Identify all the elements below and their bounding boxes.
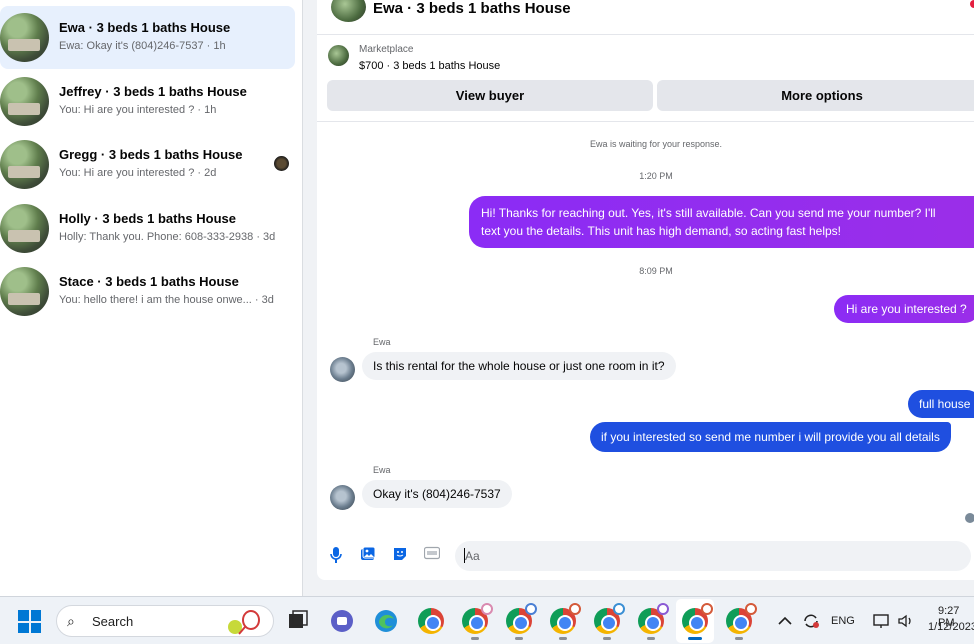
outgoing-message: if you interested so send me number i wi…: [590, 422, 951, 452]
chrome-profile-icon[interactable]: [638, 603, 669, 634]
incoming-message: Is this rental for the whole house or ju…: [362, 352, 676, 380]
read-receipt-avatar: [965, 513, 974, 523]
conversation-item-stace[interactable]: Stace · 3 beds 1 baths House You: hello …: [0, 260, 295, 323]
search-icon: ⌕: [67, 613, 75, 629]
edge-icon[interactable]: [373, 608, 399, 634]
microphone-icon[interactable]: [327, 546, 345, 564]
listing-thumbnail: [0, 77, 49, 126]
listing-thumbnail: [328, 45, 349, 66]
chrome-icon[interactable]: [418, 608, 444, 634]
network-icon[interactable]: [872, 611, 892, 631]
running-indicator: [559, 637, 567, 640]
sender-avatar[interactable]: [330, 357, 355, 382]
running-indicator: [647, 637, 655, 640]
outgoing-message: full house: [908, 390, 974, 418]
message-line: Hi! Thanks for reaching out. Yes, it's s…: [481, 206, 936, 220]
running-indicator: [515, 637, 523, 640]
incoming-message: Okay it's (804)246-7537: [362, 480, 512, 508]
chat-title[interactable]: Ewa · 3 beds 1 baths House: [373, 0, 571, 17]
marketplace-label: Marketplace: [359, 44, 414, 55]
notification-dot: [970, 0, 974, 8]
listing-summary[interactable]: $700 · 3 beds 1 baths House: [359, 60, 500, 72]
chrome-profile-icon[interactable]: [594, 603, 625, 634]
teams-chat-icon[interactable]: [329, 608, 355, 634]
conversation-item-gregg[interactable]: Gregg · 3 beds 1 baths House You: Hi are…: [0, 133, 295, 196]
active-indicator: [688, 637, 702, 640]
chevron-up-icon[interactable]: [776, 612, 794, 630]
conversation-name: Holly · 3 beds 1 baths House: [59, 211, 236, 226]
outgoing-message: Hi are you interested ?: [834, 295, 974, 323]
running-indicator: [603, 637, 611, 640]
listing-thumbnail: [0, 267, 49, 316]
sender-name: Ewa: [373, 337, 391, 347]
chat-header: Ewa · 3 beds 1 baths House: [317, 0, 974, 35]
message-placeholder: Aa: [465, 549, 480, 563]
clock-date[interactable]: 1/12/2023: [928, 621, 974, 633]
chat-avatar[interactable]: [331, 0, 366, 22]
sync-icon[interactable]: [801, 611, 821, 631]
waiting-notice: Ewa is waiting for your response.: [589, 139, 723, 149]
view-buyer-button[interactable]: View buyer: [327, 80, 653, 111]
photo-icon[interactable]: [359, 546, 377, 564]
running-indicator: [471, 637, 479, 640]
conversation-name: Stace · 3 beds 1 baths House: [59, 274, 239, 289]
windows-start-icon[interactable]: [18, 610, 41, 633]
conversation-snippet: Holly: Thank you. Phone: 608-333-2938 · …: [59, 231, 276, 243]
message-composer: Aa ☺: [317, 538, 974, 574]
listing-thumbnail: [0, 13, 49, 62]
listing-thumbnail: [0, 204, 49, 253]
running-indicator: [735, 637, 743, 640]
outgoing-message: Hi! Thanks for reaching out. Yes, it's s…: [469, 196, 974, 248]
conversation-snippet: You: hello there! i am the house onwe...…: [59, 294, 274, 306]
volume-icon[interactable]: [896, 611, 916, 631]
conversation-item-holly[interactable]: Holly · 3 beds 1 baths House Holly: Than…: [0, 197, 295, 260]
more-options-button[interactable]: More options: [657, 80, 974, 111]
chrome-profile-icon[interactable]: [506, 603, 537, 634]
chrome-profile-icon[interactable]: [726, 603, 757, 634]
timestamp: 1:20 PM: [639, 171, 673, 181]
taskbar-search[interactable]: ⌕ Search: [56, 605, 274, 637]
sender-avatar[interactable]: [330, 485, 355, 510]
seen-avatar: [274, 156, 289, 171]
conversation-name: Gregg · 3 beds 1 baths House: [59, 147, 243, 162]
conversation-snippet: You: Hi are you interested ? · 1h: [59, 104, 217, 116]
conversation-list: Ewa · 3 beds 1 baths House Ewa: Okay it'…: [0, 0, 303, 596]
message-line: text you the details. This unit has high…: [481, 224, 841, 238]
conversation-item-jeffrey[interactable]: Jeffrey · 3 beds 1 baths House You: Hi a…: [0, 70, 295, 133]
taskbar-search-label: Search: [92, 614, 134, 629]
marketplace-card: Marketplace $700 · 3 beds 1 baths House …: [317, 36, 974, 122]
chrome-profile-icon[interactable]: [550, 603, 581, 634]
conversation-snippet: You: Hi are you interested ? · 2d: [59, 167, 217, 179]
conversation-snippet: Ewa: Okay it's (804)246-7537 · 1h: [59, 40, 226, 52]
chrome-profile-icon[interactable]: [462, 603, 493, 634]
task-view-icon[interactable]: [285, 608, 311, 634]
sticker-icon[interactable]: [391, 546, 409, 564]
chrome-profile-icon-active[interactable]: [682, 603, 713, 634]
tennis-icon: [228, 610, 260, 635]
language-indicator[interactable]: ENG: [831, 615, 855, 627]
conversation-name: Ewa · 3 beds 1 baths House: [59, 20, 231, 35]
conversation-name: Jeffrey · 3 beds 1 baths House: [59, 84, 247, 99]
conversation-item-ewa[interactable]: Ewa · 3 beds 1 baths House Ewa: Okay it'…: [0, 6, 295, 69]
listing-thumbnail: [0, 140, 49, 189]
timestamp: 8:09 PM: [639, 266, 673, 276]
gif-icon[interactable]: [423, 546, 441, 564]
chat-panel: Ewa · 3 beds 1 baths House Marketplace $…: [317, 0, 974, 580]
message-input[interactable]: Aa ☺: [455, 541, 971, 571]
sender-name: Ewa: [373, 465, 391, 475]
windows-taskbar: ⌕ Search ENG 9:27 PM 1/12/2023: [0, 596, 974, 644]
